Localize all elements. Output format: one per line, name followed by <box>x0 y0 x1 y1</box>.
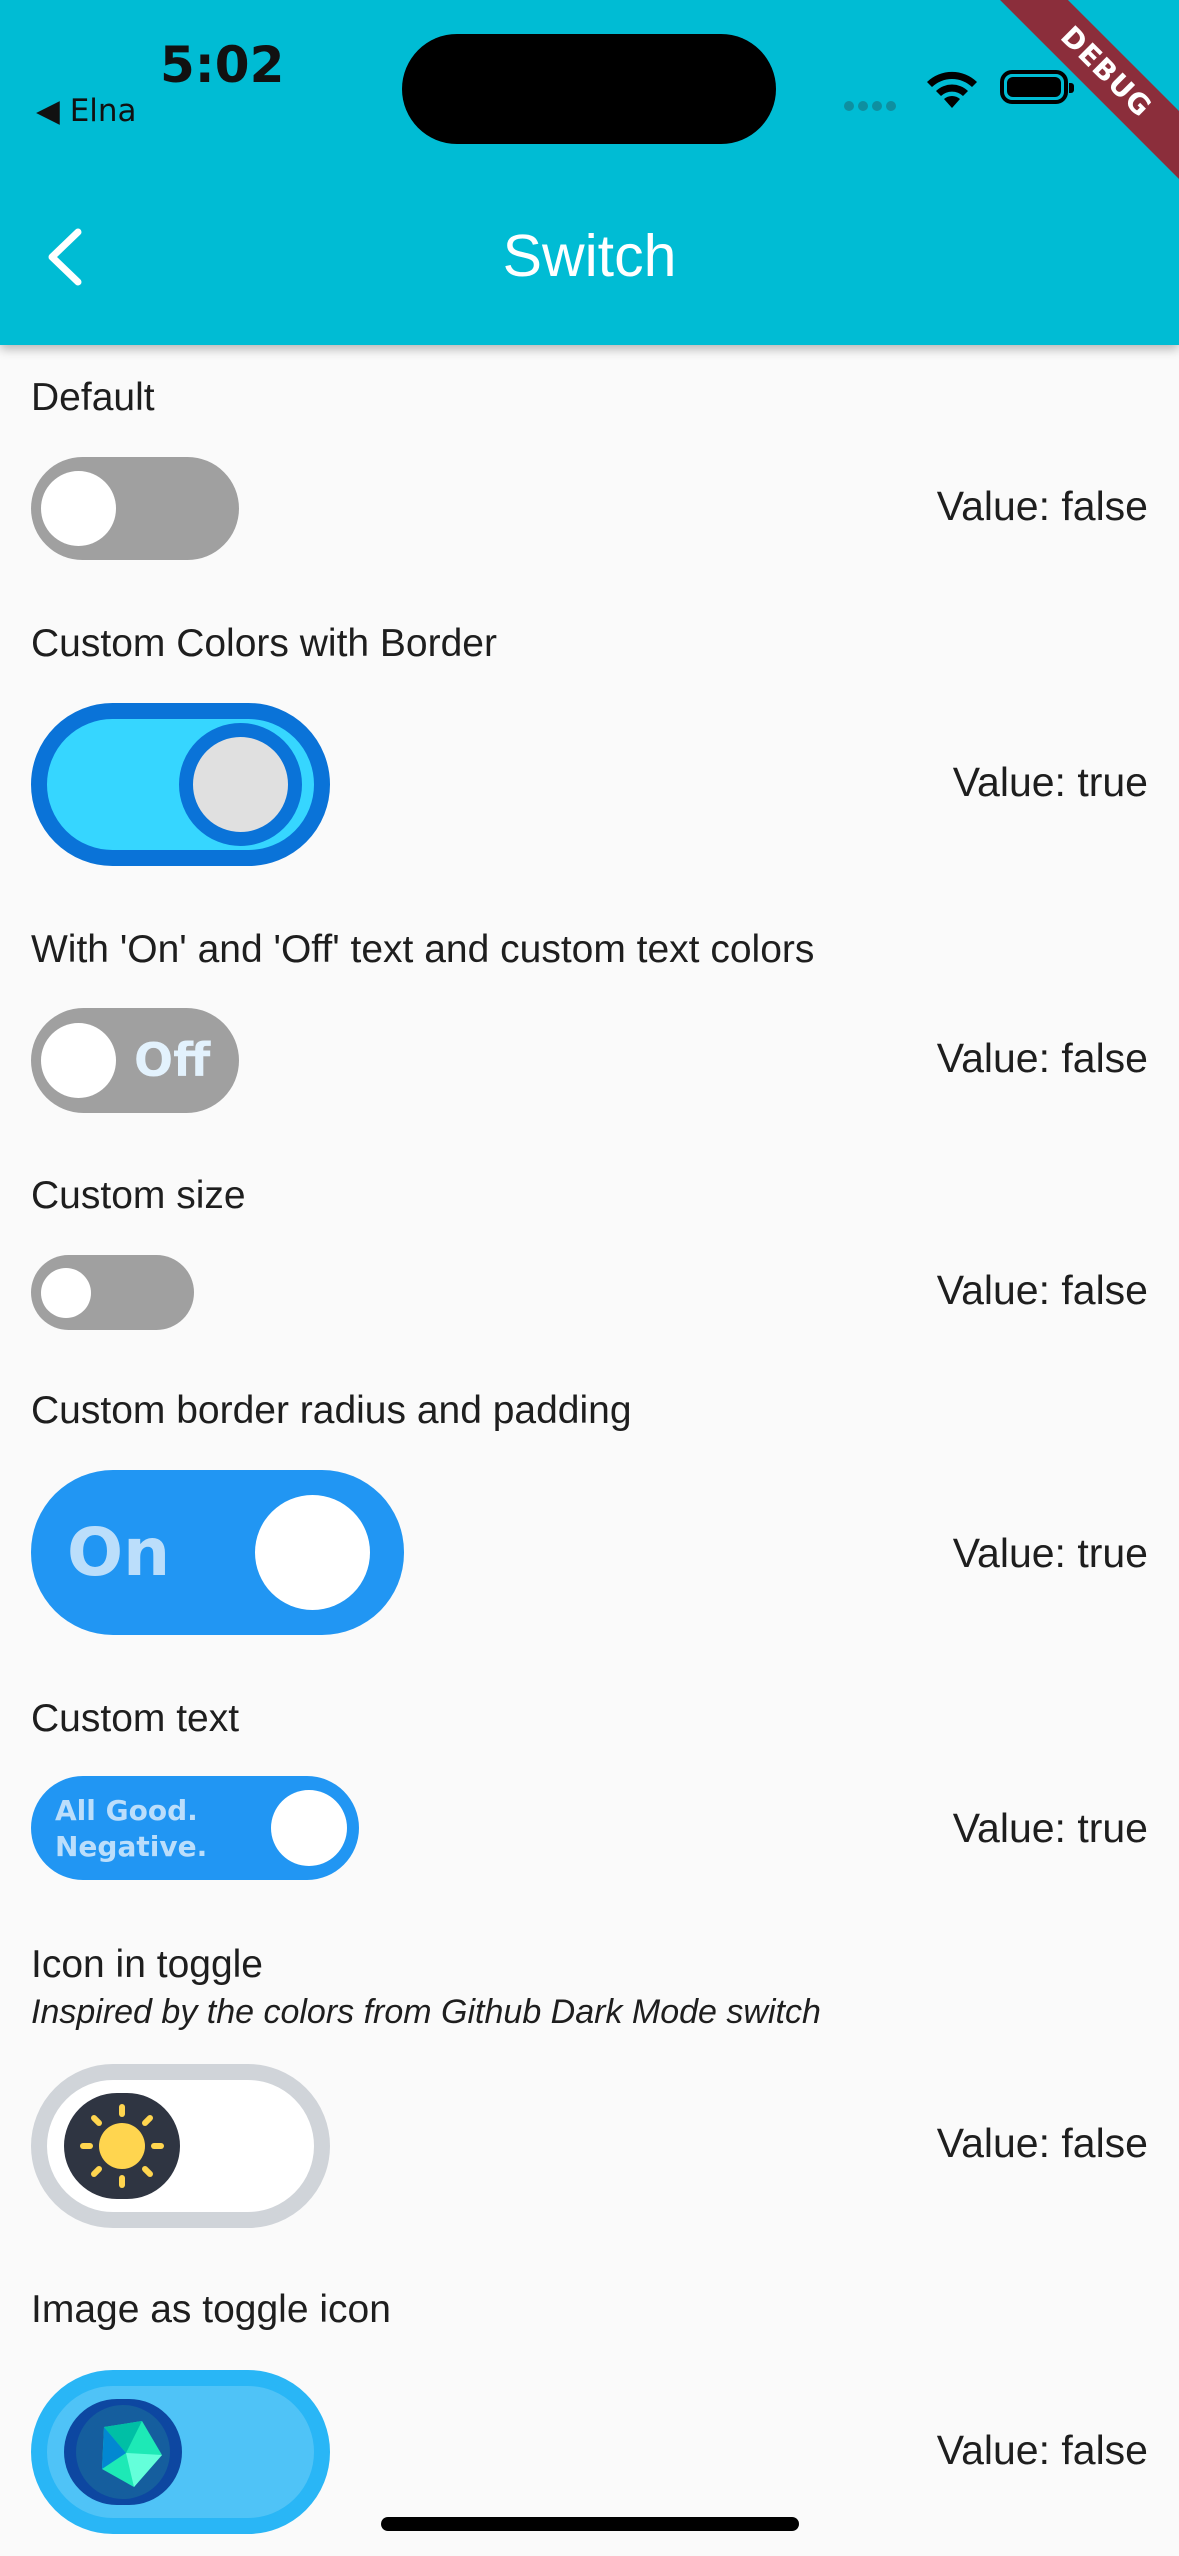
default-switch[interactable] <box>31 457 239 560</box>
switch-text-line-2: Negative. <box>55 1830 208 1863</box>
switch-label: Image as toggle icon <box>31 2288 391 2331</box>
icon-toggle-switch[interactable] <box>31 2064 330 2228</box>
switch-value: Value: false <box>936 1035 1148 1081</box>
switch-value: Value: true <box>952 1805 1148 1851</box>
switch-label: Custom border radius and padding <box>31 1389 632 1432</box>
switch-knob <box>41 1023 116 1098</box>
status-time: 5:02 <box>160 36 285 94</box>
switch-value: Value: false <box>936 2427 1148 2473</box>
custom-text-switch[interactable]: All Good. Negative. <box>31 1776 359 1880</box>
switch-label: With 'On' and 'Off' text and custom text… <box>31 928 815 971</box>
custom-size-switch[interactable] <box>31 1255 194 1330</box>
switch-knob <box>179 723 302 846</box>
sun-icon <box>80 2104 164 2188</box>
switch-label: Default <box>31 376 155 419</box>
dart-logo-icon <box>76 2405 170 2499</box>
home-indicator <box>381 2517 799 2531</box>
wifi-icon <box>927 71 977 108</box>
custom-radius-switch[interactable]: On <box>31 1470 404 1635</box>
debug-banner-text: DEBUG <box>993 0 1179 185</box>
page-title: Switch <box>502 223 677 289</box>
switch-on-text: On <box>67 1514 171 1591</box>
switch-value: Value: false <box>936 1267 1148 1313</box>
debug-banner: DEBUG <box>979 0 1179 200</box>
dynamic-island <box>402 34 776 144</box>
switch-knob <box>41 1268 91 1318</box>
on-off-text-switch[interactable]: Off <box>31 1008 239 1113</box>
switch-text-line-1: All Good. <box>55 1794 198 1827</box>
status-back-app[interactable]: ◀ Elna <box>36 93 137 129</box>
custom-colors-switch[interactable] <box>31 703 330 866</box>
switch-knob <box>41 471 116 546</box>
switch-off-text: Off <box>134 1033 211 1087</box>
switch-knob <box>255 1495 370 1610</box>
switch-label: Custom Colors with Border <box>31 622 497 665</box>
switch-sublabel: Inspired by the colors from Github Dark … <box>31 1993 821 2031</box>
switch-knob <box>271 1790 347 1866</box>
switch-knob <box>64 2093 180 2199</box>
image-toggle-switch[interactable] <box>31 2370 330 2534</box>
switch-knob <box>64 2399 182 2505</box>
switch-value: Value: true <box>952 759 1148 805</box>
switch-value: Value: false <box>936 483 1148 529</box>
switch-label: Custom text <box>31 1697 240 1740</box>
switch-value: Value: true <box>952 1530 1148 1576</box>
switch-label: Icon in toggle <box>31 1943 264 1986</box>
switch-value: Value: false <box>936 2120 1148 2166</box>
switch-label: Custom size <box>31 1174 246 1217</box>
cellular-signal-icon <box>844 96 900 115</box>
